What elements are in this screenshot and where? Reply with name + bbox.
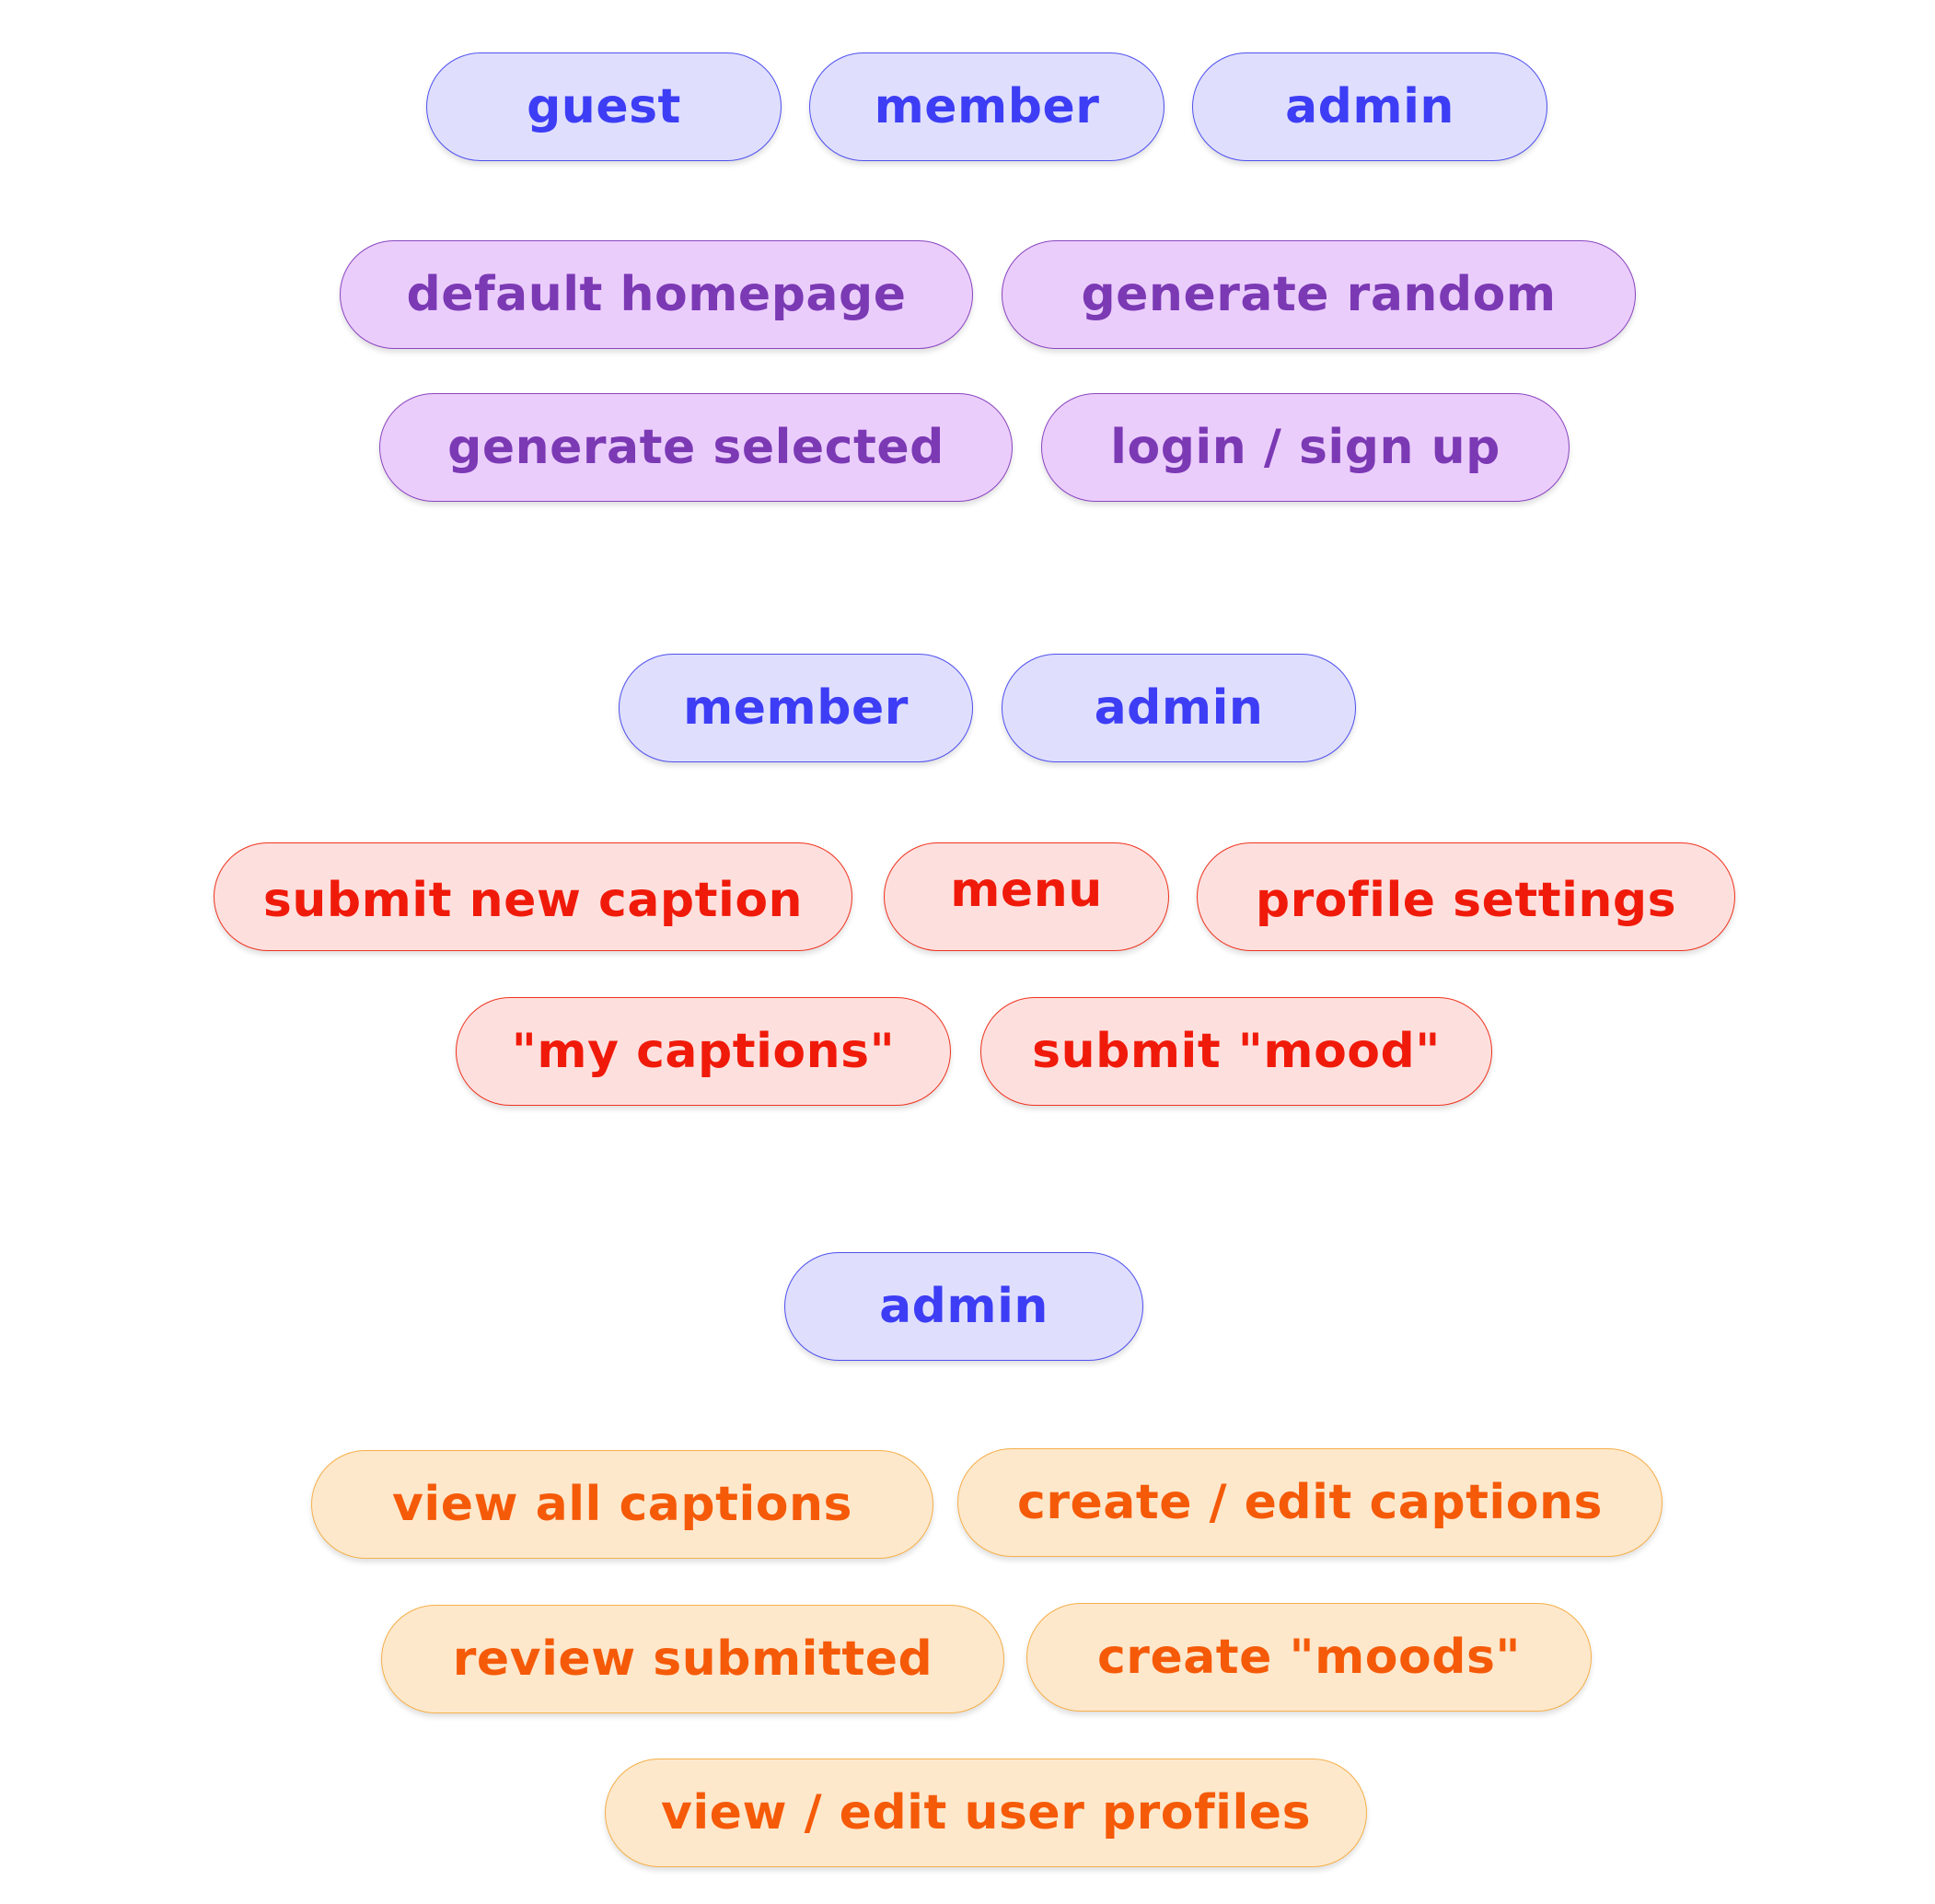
role-label: member [683,680,909,736]
feature-profile-settings[interactable]: profile settings [1197,842,1735,951]
feature-label: create "moods" [1096,1630,1522,1685]
feature-label: view all captions [392,1477,852,1532]
role-admin[interactable]: admin [1002,654,1356,762]
role-label: member [874,79,1100,134]
feature-label: generate selected [447,420,944,475]
feature-create-moods[interactable]: create "moods" [1026,1603,1592,1712]
feature-generate-selected[interactable]: generate selected [379,393,1013,502]
feature-label: menu [950,863,1103,918]
role-admin[interactable]: admin [784,1252,1143,1361]
feature-label: "my captions" [511,1024,896,1079]
feature-label: generate random [1081,267,1557,322]
feature-create-edit-captions[interactable]: create / edit captions [957,1448,1663,1557]
feature-default-homepage[interactable]: default homepage [340,240,973,349]
feature-menu[interactable]: menu [884,842,1169,951]
feature-login-sign-up[interactable]: login / sign up [1041,393,1570,502]
feature-label: profile settings [1255,873,1677,928]
role-label: admin [1094,680,1264,736]
feature-submit-new-caption[interactable]: submit new caption [214,842,852,951]
role-label: guest [527,79,681,134]
feature-label: create / edit captions [1017,1475,1603,1530]
feature-label: login / sign up [1110,420,1500,475]
role-label: admin [879,1279,1049,1334]
role-label: admin [1285,79,1454,134]
feature-view-all-captions[interactable]: view all captions [311,1450,933,1559]
feature-label: review submitted [452,1631,933,1687]
feature-my-captions[interactable]: "my captions" [456,997,951,1106]
role-member[interactable]: member [619,654,973,762]
feature-submit-mood[interactable]: submit "mood" [980,997,1492,1106]
feature-label: submit new caption [262,873,804,928]
feature-label: submit "mood" [1032,1024,1441,1079]
feature-generate-random[interactable]: generate random [1002,240,1636,349]
feature-view-edit-user-profiles[interactable]: view / edit user profiles [605,1759,1367,1867]
role-member[interactable]: member [809,52,1164,161]
role-admin[interactable]: admin [1192,52,1547,161]
feature-label: default homepage [406,267,907,322]
feature-review-submitted[interactable]: review submitted [381,1605,1004,1713]
feature-label: view / edit user profiles [660,1785,1312,1840]
role-guest[interactable]: guest [426,52,782,161]
